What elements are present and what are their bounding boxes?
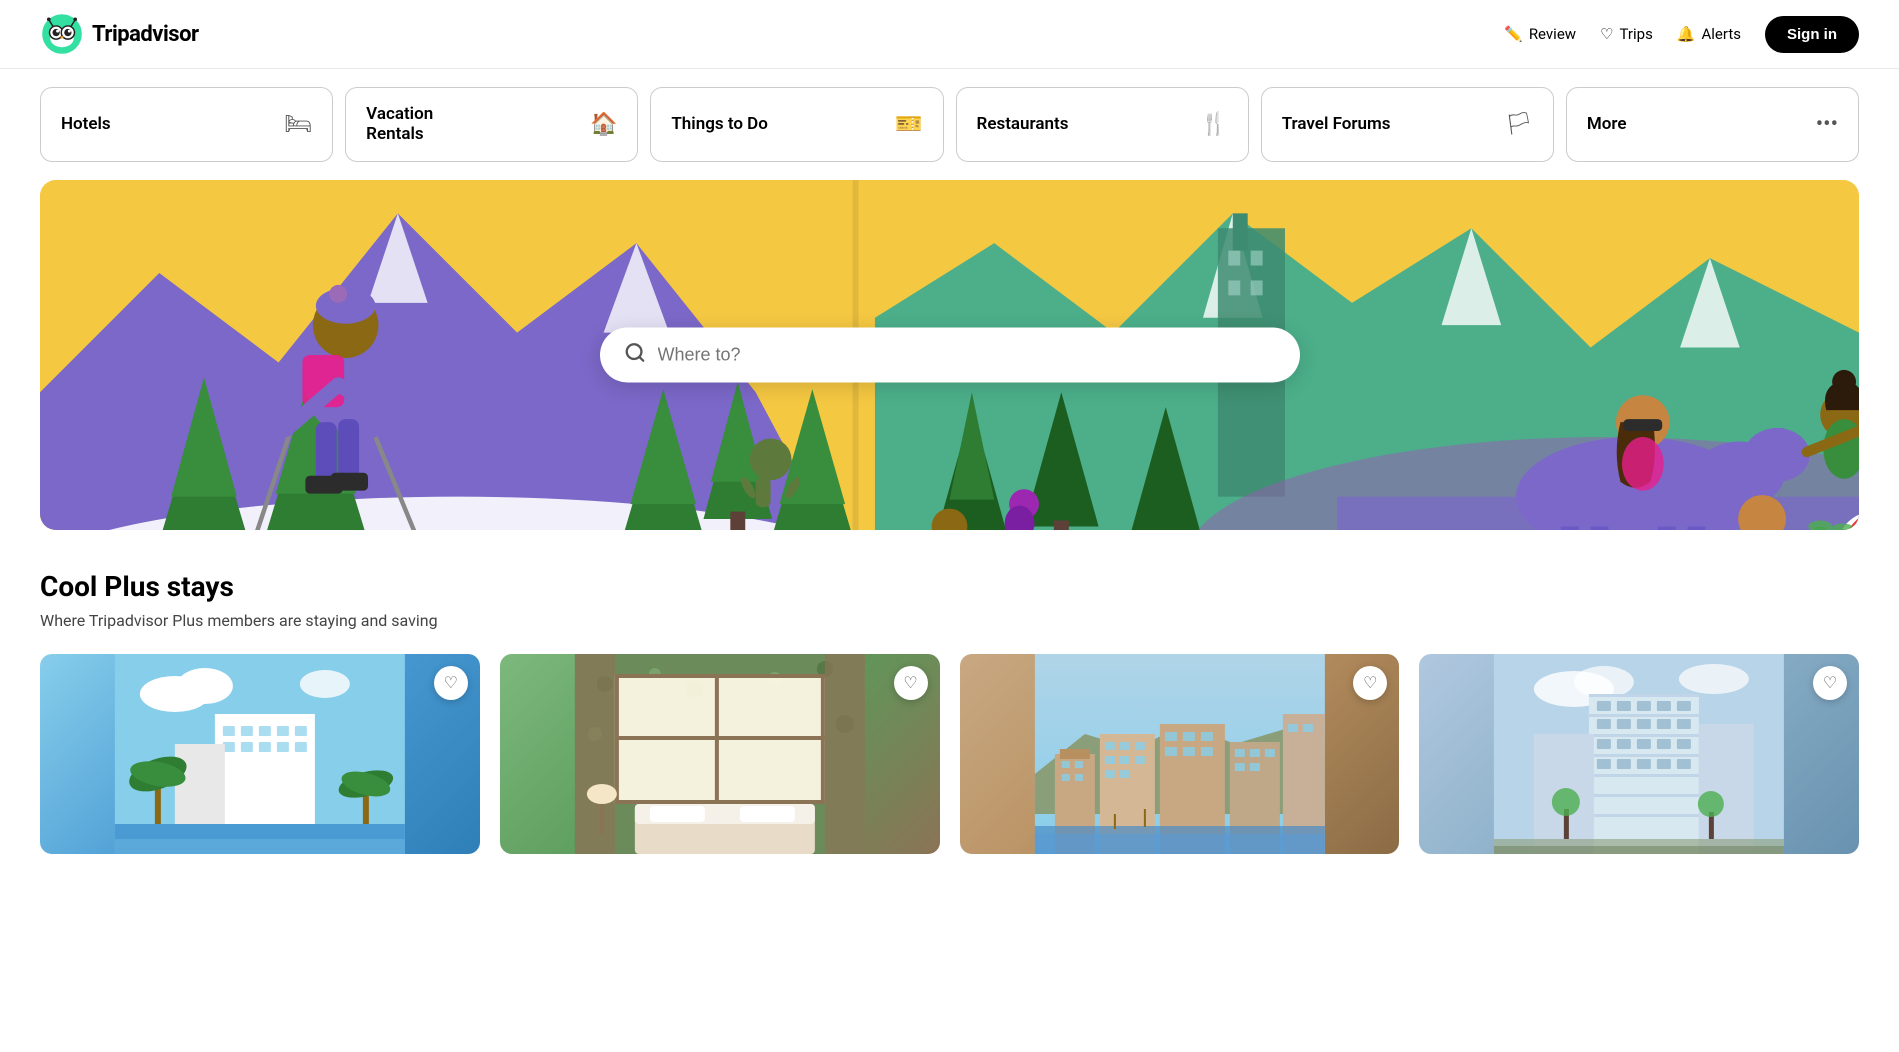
- header-actions: ✏️ Review ♡ Trips 🔔 Alerts Sign in: [1504, 16, 1859, 53]
- card-3-favorite-button[interactable]: ♡: [1353, 666, 1387, 700]
- nav-tab-things-to-do[interactable]: Things to Do 🎫: [650, 87, 943, 162]
- card-scene-1: [40, 654, 480, 854]
- flag-icon: 🏳: [1505, 112, 1533, 137]
- alerts-action[interactable]: 🔔 Alerts: [1677, 25, 1741, 43]
- card-scene-2: [500, 654, 940, 854]
- nav-tab-vacation-rentals[interactable]: Vacation Rentals 🏠: [345, 87, 638, 162]
- sign-in-button[interactable]: Sign in: [1765, 16, 1859, 53]
- card-scene-3: [960, 654, 1400, 854]
- nav-tab-travel-forums[interactable]: Travel Forums 🏳: [1261, 87, 1554, 162]
- hotel-cards-row: ♡: [40, 654, 1859, 854]
- card-2-favorite-button[interactable]: ♡: [894, 666, 928, 700]
- nav-tab-restaurants[interactable]: Restaurants 🍴: [956, 87, 1249, 162]
- section-title: Cool Plus stays: [40, 570, 1859, 603]
- heart-icon: ♡: [1600, 25, 1613, 43]
- bell-icon: 🔔: [1677, 25, 1696, 43]
- review-action[interactable]: ✏️ Review: [1504, 25, 1576, 43]
- search-bar: [600, 327, 1300, 382]
- card-4-favorite-button[interactable]: ♡: [1813, 666, 1847, 700]
- logo-icon: [40, 12, 84, 56]
- cool-plus-section: Cool Plus stays Where Tripadvisor Plus m…: [0, 530, 1899, 874]
- main-navigation: Hotels 🛏 Vacation Rentals 🏠 Things to Do…: [0, 69, 1899, 180]
- hotel-card-3[interactable]: ♡: [960, 654, 1400, 854]
- heart-icon-card-1: ♡: [444, 673, 458, 692]
- hero-banner: [40, 180, 1859, 530]
- nav-tab-more[interactable]: More •••: [1566, 87, 1859, 162]
- heart-icon-card-2: ♡: [903, 673, 917, 692]
- search-container: [600, 327, 1300, 382]
- ellipsis-icon: •••: [1816, 112, 1838, 137]
- bed-icon: 🛏: [284, 112, 312, 137]
- logo[interactable]: Tripadvisor: [40, 12, 199, 56]
- card-scene-4: [1419, 654, 1859, 854]
- search-icon: [624, 341, 646, 368]
- hotel-card-4[interactable]: ♡: [1419, 654, 1859, 854]
- hotel-card-2[interactable]: ♡: [500, 654, 940, 854]
- search-input[interactable]: [658, 344, 1276, 365]
- logo-text: Tripadvisor: [92, 22, 199, 47]
- site-header: Tripadvisor ✏️ Review ♡ Trips 🔔 Alerts S…: [0, 0, 1899, 69]
- house-icon: 🏠: [590, 112, 617, 137]
- hotel-card-1[interactable]: ♡: [40, 654, 480, 854]
- fork-icon: 🍴: [1200, 112, 1227, 137]
- pencil-icon: ✏️: [1504, 25, 1523, 43]
- card-1-favorite-button[interactable]: ♡: [434, 666, 468, 700]
- ticket-icon: 🎫: [895, 112, 922, 137]
- trips-action[interactable]: ♡ Trips: [1600, 25, 1653, 43]
- section-subtitle: Where Tripadvisor Plus members are stayi…: [40, 611, 1859, 630]
- nav-tab-hotels[interactable]: Hotels 🛏: [40, 87, 333, 162]
- heart-icon-card-3: ♡: [1363, 673, 1377, 692]
- heart-icon-card-4: ♡: [1823, 673, 1837, 692]
